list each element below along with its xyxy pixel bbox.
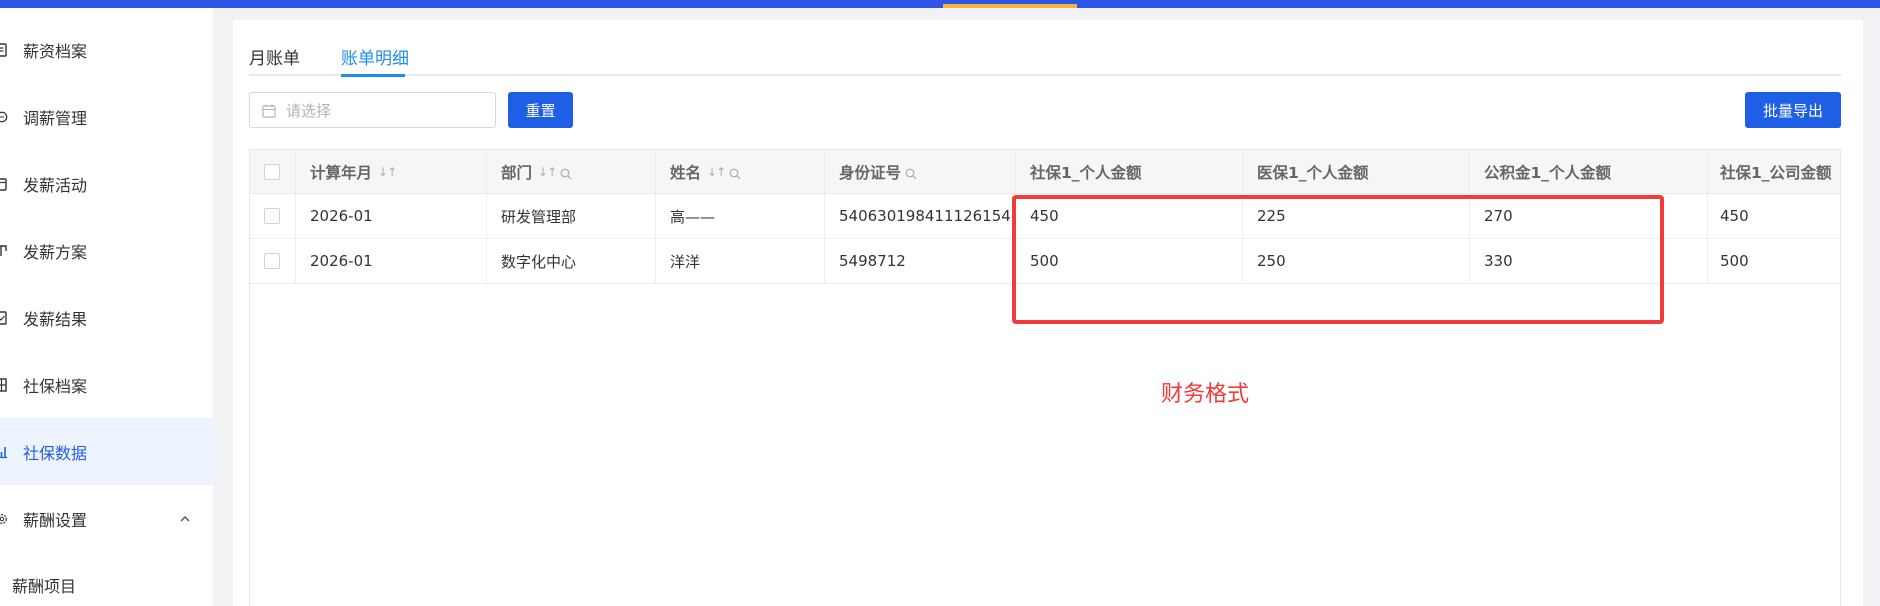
table-cell: 540630198411126154 [825,194,1016,238]
column-header[interactable]: 部门 ↓↑ [487,150,656,193]
column-header[interactable]: 社保1_公司金额 [1708,150,1840,193]
sidebar-item-social-archive[interactable]: 社保档案 [0,351,213,418]
search-icon[interactable] [729,166,741,179]
tab-bar: 月账单 账单明细 [249,40,1841,76]
reset-button[interactable]: 重置 [508,92,573,128]
table-cell: 洋洋 [656,239,825,283]
tab-active-indicator [341,74,405,77]
date-placeholder: 请选择 [286,101,332,120]
table-cell: 2026-01 [296,239,487,283]
chevron-up-icon[interactable] [178,511,192,525]
adjust-icon [0,110,8,124]
archive-icon [0,377,8,392]
row-checkbox[interactable] [264,208,280,224]
sidebar-item-label: 调薪管理 [23,108,88,128]
sidebar-item-pay-result[interactable]: 发薪结果 [0,284,213,351]
row-checkbox[interactable] [264,253,280,269]
column-header[interactable]: 计算年月 ↓↑ [296,150,487,193]
sidebar-item-label: 发薪方案 [23,242,88,262]
sidebar-item-label: 发薪活动 [23,175,88,195]
table-cell: 450 [1720,207,1749,225]
tab-monthly-bill[interactable]: 月账单 [249,44,300,69]
annotation-label: 财务格式 [1161,382,1250,407]
column-header[interactable]: 身份证号 [825,150,1016,193]
gear-icon [0,512,8,526]
table-header: 计算年月 ↓↑ 部门 ↓↑ 姓名 ↓↑ 身份证号 社保1_个人金额 医保1_个人金额 … [250,150,1840,194]
sidebar-item-label: 薪资档案 [23,41,88,61]
top-bar [0,0,1880,8]
table-cell: 数字化中心 [487,239,656,283]
search-icon[interactable] [905,166,917,179]
result-icon [0,310,8,325]
row-checkbox-cell [250,239,296,283]
sidebar-item-salary-archive[interactable]: 薪资档案 [0,16,213,83]
calendar-icon [0,177,8,191]
sidebar-item-label: 社保数据 [23,443,88,463]
sort-icon[interactable]: ↓↑ [378,165,397,179]
sort-icon[interactable]: ↓↑ [707,165,726,179]
calendar-icon [262,103,276,118]
date-picker[interactable]: 请选择 [249,92,496,128]
header-checkbox-cell [250,150,296,193]
table-cell: 5498712 [825,239,1016,283]
sort-icon[interactable]: ↓↑ [538,165,557,179]
sidebar-item-pay-activity[interactable]: 发薪活动 [0,150,213,217]
table-cell: 研发管理部 [487,194,656,238]
sidebar-item-label: 薪酬设置 [23,510,88,530]
top-bar-accent [943,4,1077,8]
column-header[interactable]: 公积金1_个人金额 [1470,150,1708,193]
column-header[interactable]: 医保1_个人金额 [1243,150,1470,193]
file-icon [0,42,8,57]
sidebar-subitem-pay-items[interactable]: 薪酬项目 [12,573,76,597]
sidebar-item-salary-adjust[interactable]: 调薪管理 [0,83,213,150]
table-cell: 2026-01 [296,194,487,238]
plan-icon [0,244,8,258]
select-all-checkbox[interactable] [264,163,280,180]
sidebar: 薪资档案 调薪管理 发薪活动 发薪方案 发薪结果 社保档案 社保数据 薪酬设置 … [0,8,213,606]
sidebar-item-pay-plan[interactable]: 发薪方案 [0,217,213,284]
row-checkbox-cell [250,194,296,238]
sidebar-item-label: 发薪结果 [23,309,88,329]
tab-bill-detail[interactable]: 账单明细 [341,44,409,69]
batch-export-button[interactable]: 批量导出 [1745,92,1841,128]
table-cell: 高—— [656,194,825,238]
chart-icon [0,445,8,459]
column-header[interactable]: 社保1_个人金额 [1016,150,1243,193]
column-header[interactable]: 姓名 ↓↑ [656,150,825,193]
annotation-highlight-box [1012,195,1664,324]
sidebar-item-pay-settings[interactable]: 薪酬设置 [0,485,213,552]
sidebar-item-label: 社保档案 [23,376,88,396]
search-icon[interactable] [560,166,572,179]
table-cell: 500 [1720,252,1749,270]
sidebar-item-social-data[interactable]: 社保数据 [0,418,213,485]
